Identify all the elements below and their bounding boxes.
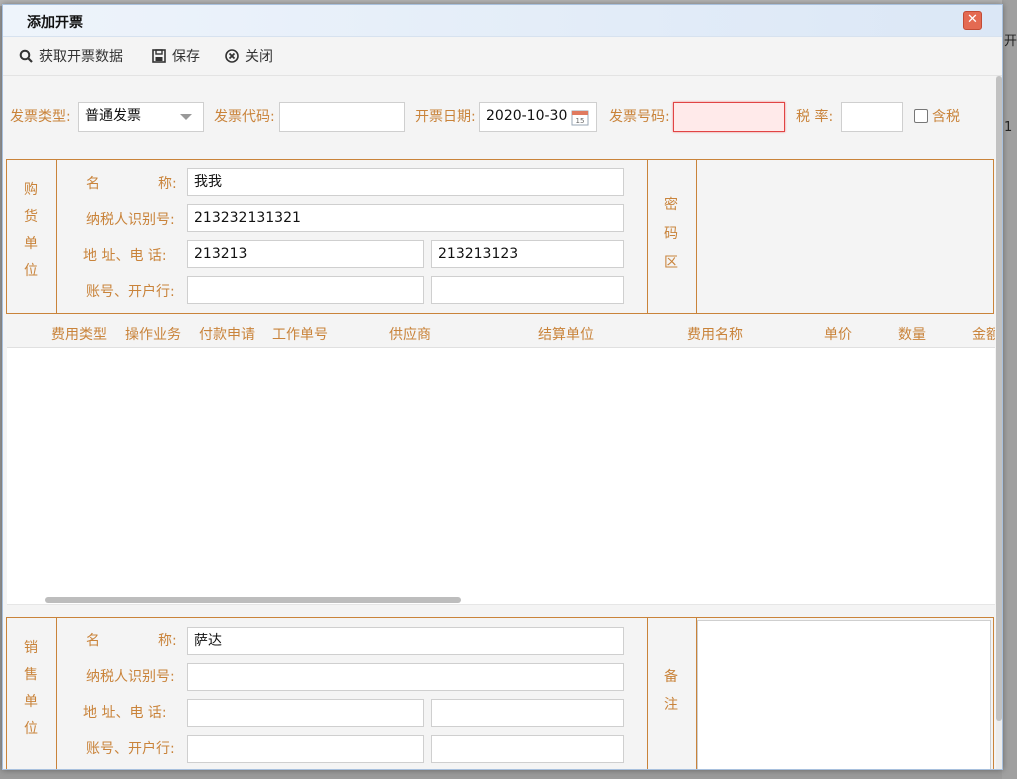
save-icon xyxy=(152,49,166,63)
buyer-account-label: 账号、开户行: xyxy=(86,284,175,300)
invoice-type-select[interactable]: 普通发票 xyxy=(78,102,204,132)
divider xyxy=(647,160,648,313)
background-right-strip xyxy=(1002,0,1017,779)
invoice-number-label: 发票号码: xyxy=(609,109,670,125)
seller-phone-input[interactable] xyxy=(431,699,624,727)
seller-tax-id-label: 纳税人识别号: xyxy=(86,669,175,685)
tax-rate-input[interactable] xyxy=(841,102,903,132)
form-area: 发票类型: 普通发票 发票代码: 开票日期: 2020-10-30 15 发票号… xyxy=(3,76,995,769)
seller-section-char: 位 xyxy=(24,721,38,737)
cipher-area-char: 码 xyxy=(664,226,678,242)
invoice-code-input[interactable] xyxy=(279,102,405,132)
buyer-phone-input[interactable]: 213213123 xyxy=(431,240,624,268)
horizontal-scrollbar[interactable] xyxy=(45,597,461,603)
divider xyxy=(56,618,57,769)
remark-char: 备 xyxy=(664,669,678,685)
buyer-tax-id-input[interactable]: 213232131321 xyxy=(187,204,624,232)
invoice-code-label: 发票代码: xyxy=(214,109,275,125)
cipher-area-label: 密 码 区 xyxy=(661,191,681,278)
seller-name-input[interactable]: 萨达 xyxy=(187,627,624,655)
buyer-address-label: 地 址、电 话: xyxy=(83,248,167,264)
column-header[interactable]: 金额 xyxy=(972,324,995,344)
buyer-section-char: 位 xyxy=(24,263,38,279)
invoice-type-label: 发票类型: xyxy=(10,109,71,125)
invoice-type-value: 普通发票 xyxy=(85,108,141,124)
column-header[interactable]: 工作单号 xyxy=(272,324,328,344)
save-button[interactable]: 保存 xyxy=(152,46,200,66)
tax-included-checkbox[interactable] xyxy=(914,109,928,123)
fee-grid-body[interactable] xyxy=(7,348,995,604)
remark-textarea[interactable] xyxy=(697,620,991,769)
buyer-name-input[interactable]: 我我 xyxy=(187,168,624,196)
column-header[interactable]: 操作业务 xyxy=(125,324,181,344)
buyer-section-label: 购 货 单 位 xyxy=(21,177,41,285)
cipher-area-char: 区 xyxy=(664,255,678,271)
cipher-area-char: 密 xyxy=(664,197,678,213)
toolbar: 获取开票数据 保存 关闭 xyxy=(3,37,1002,76)
save-label: 保存 xyxy=(172,49,200,65)
seller-bank-input[interactable] xyxy=(431,735,624,763)
column-header[interactable]: 单价 xyxy=(824,324,852,344)
divider xyxy=(56,160,57,313)
seller-section-char: 售 xyxy=(24,667,38,683)
add-invoice-dialog: 添加开票 ✕ 获取开票数据 保存 关闭 发票类型: 普通发票 发票代码: 开票日… xyxy=(2,4,1003,770)
buyer-account-input[interactable] xyxy=(187,276,424,304)
remark-label: 备 注 xyxy=(661,663,681,719)
close-circle-icon xyxy=(225,49,239,63)
column-header[interactable]: 结算单位 xyxy=(538,324,594,344)
fetch-invoice-data-button[interactable]: 获取开票数据 xyxy=(19,46,123,66)
seller-address-input[interactable] xyxy=(187,699,424,727)
seller-address-label: 地 址、电 话: xyxy=(83,705,167,721)
seller-tax-id-input[interactable] xyxy=(187,663,624,691)
tax-included-label: 含税 xyxy=(932,109,960,125)
divider xyxy=(7,604,995,605)
vertical-scrollbar[interactable] xyxy=(996,76,1002,769)
buyer-section-char: 单 xyxy=(24,236,38,252)
search-icon xyxy=(19,49,33,63)
close-icon[interactable]: ✕ xyxy=(963,11,982,30)
chevron-down-icon xyxy=(180,114,192,120)
vertical-scrollbar-thumb[interactable] xyxy=(996,76,1002,721)
fee-grid-header: 费用类型 操作业务 付款申请 工作单号 供应商 结算单位 费用名称 单价 数量 … xyxy=(7,316,995,348)
column-header[interactable]: 费用类型 xyxy=(51,324,107,344)
invoice-date-label: 开票日期: xyxy=(415,109,476,125)
background-cell: 1 xyxy=(1004,120,1013,135)
column-header[interactable]: 费用名称 xyxy=(687,324,743,344)
column-header[interactable]: 数量 xyxy=(898,324,926,344)
close-button[interactable]: 关闭 xyxy=(225,46,273,66)
divider xyxy=(647,618,648,769)
calendar-icon[interactable]: 15 xyxy=(571,108,589,126)
buyer-tax-id-label: 纳税人识别号: xyxy=(86,212,175,228)
divider xyxy=(696,160,697,313)
buyer-bank-input[interactable] xyxy=(431,276,624,304)
remark-char: 注 xyxy=(664,697,678,713)
svg-text:15: 15 xyxy=(576,117,585,125)
buyer-name-label: 名称: xyxy=(86,176,177,192)
dialog-title: 添加开票 xyxy=(27,15,83,31)
fetch-invoice-data-label: 获取开票数据 xyxy=(39,49,123,65)
seller-section-label: 销 售 单 位 xyxy=(21,635,41,743)
seller-section-char: 销 xyxy=(24,640,38,656)
buyer-section-char: 货 xyxy=(24,209,38,225)
seller-account-input[interactable] xyxy=(187,735,424,763)
invoice-date-value: 2020-10-30 xyxy=(486,108,568,124)
tax-rate-label: 税 率: xyxy=(796,109,834,125)
seller-name-label: 名称: xyxy=(86,633,177,649)
close-label: 关闭 xyxy=(245,49,273,65)
buyer-section-char: 购 xyxy=(24,182,38,198)
seller-section-char: 单 xyxy=(24,694,38,710)
dialog-titlebar[interactable]: 添加开票 ✕ xyxy=(3,5,1002,37)
column-header[interactable]: 付款申请 xyxy=(199,324,255,344)
background-cell: 开 xyxy=(1004,34,1017,49)
buyer-address-input[interactable]: 213213 xyxy=(187,240,424,268)
seller-account-label: 账号、开户行: xyxy=(86,741,175,757)
column-header[interactable]: 供应商 xyxy=(389,324,431,344)
invoice-number-input[interactable] xyxy=(673,102,785,132)
